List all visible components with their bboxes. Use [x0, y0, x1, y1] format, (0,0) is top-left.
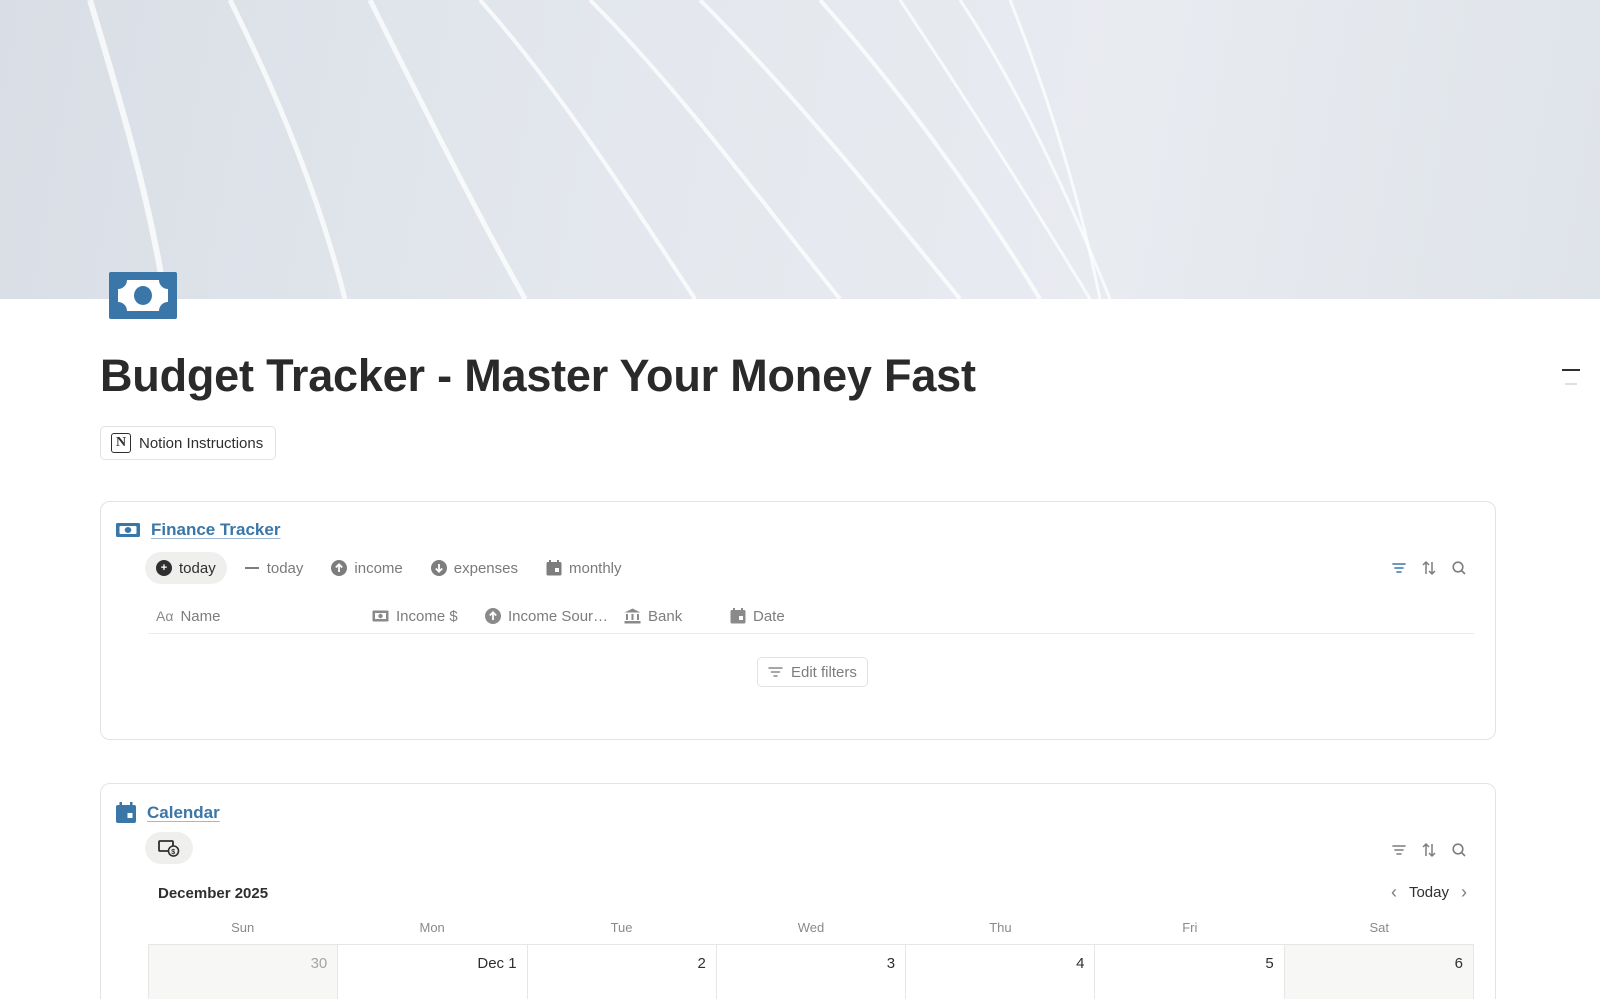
weekday-label: Sat: [1369, 920, 1389, 935]
tab-today-expense[interactable]: today: [233, 552, 315, 584]
column-label: Name: [180, 607, 221, 625]
tab-monthly[interactable]: monthly: [535, 552, 633, 584]
edit-filters-button[interactable]: Edit filters: [757, 657, 868, 687]
weekday-label: Wed: [797, 920, 825, 935]
table-header: Aα Name Income $ Income Sour… Bank Date: [148, 598, 1474, 634]
calendar-title[interactable]: Calendar: [147, 803, 220, 823]
tab-today-income[interactable]: + today: [145, 552, 227, 584]
calendar-icon: [116, 802, 136, 823]
bank-icon: [624, 608, 641, 624]
calendar-day[interactable]: 5: [1095, 945, 1285, 999]
day-number: 2: [697, 955, 706, 972]
tab-income[interactable]: income: [320, 552, 413, 584]
database-toolbar: [1391, 560, 1467, 576]
day-number: 30: [310, 955, 328, 972]
calendar-day[interactable]: 3: [717, 945, 907, 999]
weekday-label: Mon: [419, 920, 445, 935]
calendar-day[interactable]: 4: [906, 945, 1096, 999]
finance-tracker-title[interactable]: Finance Tracker: [151, 520, 280, 540]
tab-label: monthly: [568, 559, 622, 577]
day-number: 4: [1076, 955, 1085, 972]
svg-text:$: $: [171, 849, 175, 856]
plus-circle-icon: +: [156, 560, 172, 576]
weekday-header: Sun Mon Tue Wed Thu Fri Sat: [148, 915, 1474, 941]
sort-icon[interactable]: [1421, 842, 1437, 858]
calendar-day[interactable]: Dec 1: [338, 945, 528, 999]
notion-instructions-link[interactable]: N Notion Instructions: [100, 426, 277, 460]
arrow-down-circle-icon: [430, 560, 447, 576]
weekday-label: Thu: [989, 920, 1012, 935]
weekday-label: Fri: [1182, 920, 1198, 935]
filter-icon: [768, 667, 783, 677]
weekday-label: Sun: [231, 920, 255, 935]
filter-icon[interactable]: [1391, 560, 1407, 576]
column-income-source[interactable]: Income Sour…: [485, 598, 608, 634]
column-label: Income Sour…: [508, 607, 609, 625]
notion-instructions-label: Notion Instructions: [139, 434, 264, 452]
view-tabs: + today today income expenses monthly: [145, 552, 633, 584]
column-label: Income $: [396, 607, 458, 625]
today-button[interactable]: Today: [1409, 884, 1449, 901]
tab-label: expenses: [453, 559, 518, 577]
calendar-day[interactable]: 6: [1284, 945, 1474, 999]
cover-image: [87, 0, 1112, 299]
chevron-left-icon[interactable]: ‹: [1391, 882, 1397, 903]
money-icon: [116, 523, 140, 537]
day-number: Dec 1: [477, 955, 517, 972]
column-date[interactable]: Date: [730, 598, 785, 634]
search-icon[interactable]: [1451, 560, 1467, 576]
edit-filters-label: Edit filters: [791, 663, 857, 681]
finance-tracker-database: Finance Tracker + today today income exp…: [100, 501, 1496, 740]
money-calendar-icon: $: [158, 840, 180, 857]
arrow-up-circle-icon: [485, 608, 501, 624]
chevron-right-icon[interactable]: ›: [1461, 882, 1467, 903]
table-of-contents-icon[interactable]: [1562, 369, 1580, 397]
calendar-icon: [546, 560, 562, 576]
tab-expenses[interactable]: expenses: [420, 552, 529, 584]
sort-icon[interactable]: [1421, 560, 1437, 576]
column-income[interactable]: Income $: [372, 598, 458, 634]
calendar-day[interactable]: 30: [148, 945, 339, 999]
minus-icon: [244, 567, 259, 569]
calendar-view-tab[interactable]: $: [145, 832, 193, 864]
tab-label: today: [179, 559, 216, 577]
page-title: Budget Tracker - Master Your Money Fast: [100, 350, 976, 401]
month-label: December 2025: [158, 885, 269, 902]
calendar-day[interactable]: 2: [528, 945, 717, 999]
search-icon[interactable]: [1451, 842, 1467, 858]
weekday-label: Tue: [610, 920, 633, 935]
column-name[interactable]: Aα Name: [156, 598, 220, 634]
day-number: 3: [886, 955, 896, 972]
arrow-up-circle-icon: [331, 560, 348, 576]
page-cover[interactable]: [0, 0, 1600, 299]
column-label: Bank: [648, 607, 683, 625]
day-number: 5: [1265, 955, 1274, 972]
column-label: Date: [753, 607, 785, 625]
money-icon: [372, 610, 389, 622]
database-toolbar: [1391, 842, 1467, 858]
tab-label: today: [266, 559, 304, 577]
column-bank[interactable]: Bank: [624, 598, 682, 634]
text-icon: Aα: [156, 608, 174, 624]
calendar-icon: [730, 608, 746, 624]
calendar-navigation: ‹ Today ›: [1391, 882, 1467, 903]
tab-label: income: [354, 559, 403, 577]
calendar-grid: 30 Dec 1 2 3 4 5 6: [148, 944, 1474, 999]
dollar-bill-icon[interactable]: [109, 272, 177, 319]
day-number: 6: [1454, 955, 1463, 972]
calendar-database: Calendar $ December 2025 ‹ Today › Sun M…: [100, 783, 1496, 999]
notion-logo-icon: N: [111, 433, 131, 453]
filter-icon[interactable]: [1391, 842, 1407, 858]
